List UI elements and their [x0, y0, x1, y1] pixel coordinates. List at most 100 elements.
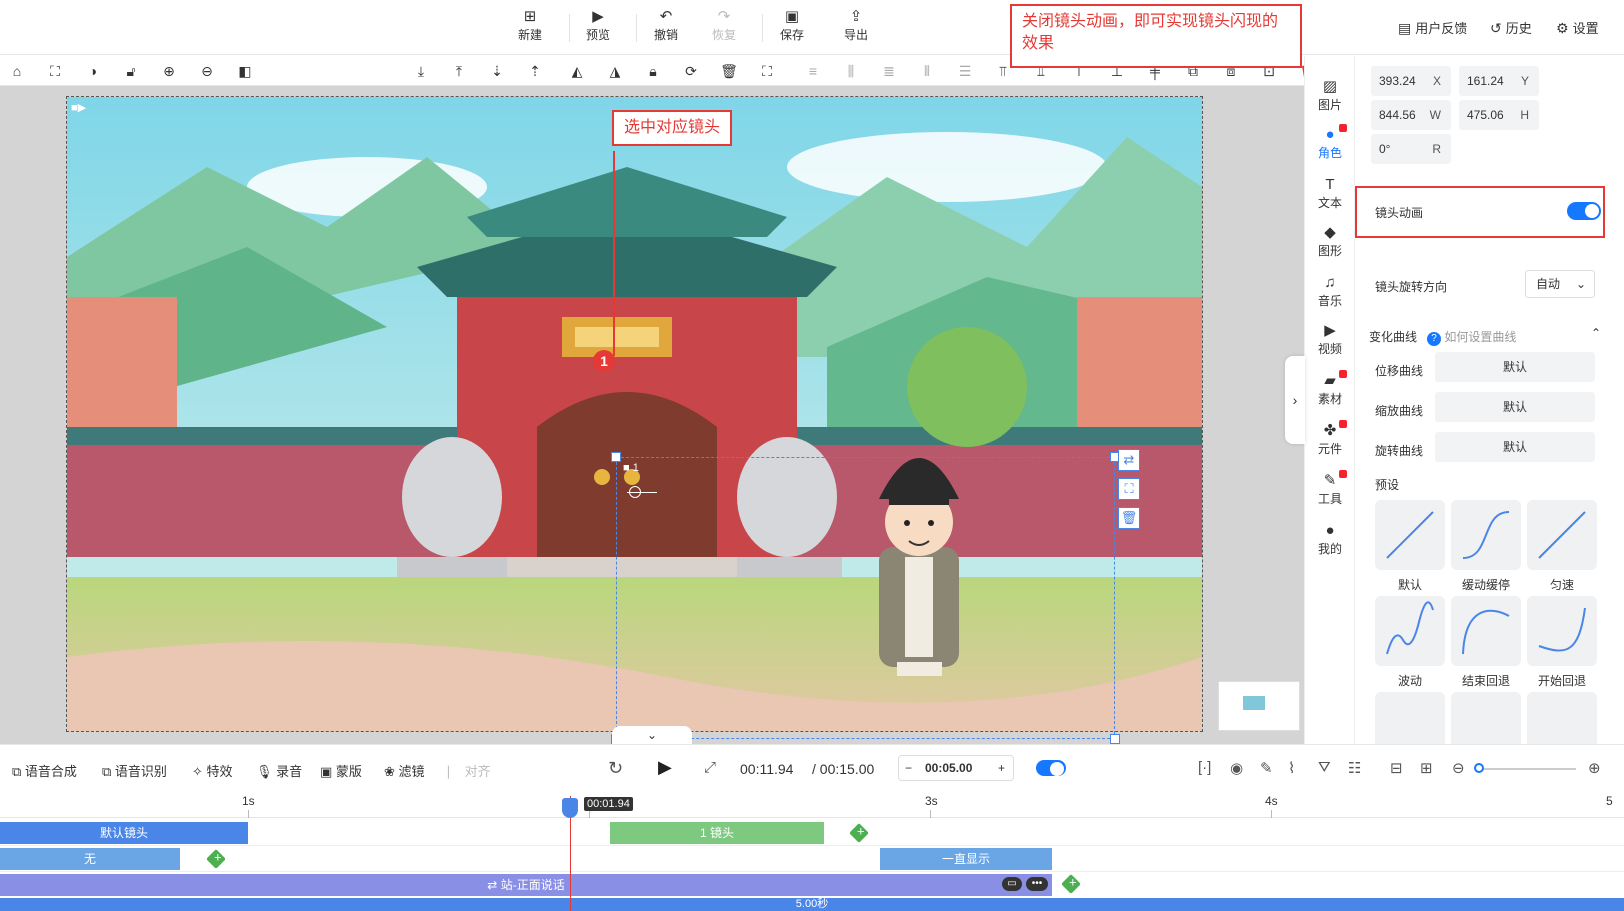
nav-image[interactable]: ▨ 图片 [1305, 78, 1355, 113]
delete-icon[interactable]: 🗑︎ [718, 60, 740, 82]
align-left-icon[interactable]: ≡ [802, 60, 824, 82]
bracket-icon[interactable]: [·] [1198, 759, 1211, 776]
export-button[interactable]: ⇪ 导出 [828, 8, 884, 43]
fit-icon[interactable]: ⛶ [1118, 478, 1140, 500]
h-field[interactable]: 475.06 H [1459, 100, 1539, 130]
tts-button[interactable]: ⧉ 语音合成 [12, 761, 77, 780]
curve-help-link[interactable]: ? 如何设置曲线 [1427, 328, 1516, 346]
preset-default[interactable]: 默认 [1375, 500, 1445, 593]
flip-icon[interactable]: ◑ [82, 60, 104, 82]
resize-handle[interactable] [1110, 734, 1120, 744]
preset-more[interactable] [1451, 692, 1521, 744]
preset-start-back[interactable]: 开始回退 [1527, 596, 1597, 689]
move-down-icon[interactable]: ⇣ [486, 60, 508, 82]
bottom-clip[interactable]: 5.00秒 [0, 898, 1624, 911]
move-curve-button[interactable]: 默认 [1435, 352, 1595, 382]
fit-screen-icon[interactable]: ⛶ [44, 60, 66, 82]
scale-curve-button[interactable]: 默认 [1435, 392, 1595, 422]
replace-icon[interactable]: ⇄ [1118, 449, 1140, 471]
nav-tool[interactable]: ✎ 工具 [1305, 470, 1355, 507]
flip-horizontal-icon[interactable]: ◭ [566, 60, 588, 82]
unlock-icon[interactable]: 🔓︎ [120, 60, 142, 82]
brush-icon[interactable]: ⌇ [1288, 759, 1295, 777]
chevron-up-icon[interactable]: ⌃ [1591, 326, 1601, 340]
record-button[interactable]: 🎙︎ 录音 [256, 761, 302, 780]
nav-music[interactable]: ♫ 音乐 [1305, 274, 1355, 309]
preset-linear[interactable]: 匀速 [1527, 500, 1597, 593]
y-field[interactable]: 161.24 Y [1459, 66, 1539, 96]
nav-component[interactable]: ✤ 元件 [1305, 420, 1355, 457]
zoom-in-icon[interactable]: ⊕ [1588, 759, 1601, 777]
rotate-curve-button[interactable]: 默认 [1435, 432, 1595, 462]
preset-more[interactable] [1527, 692, 1597, 744]
distribute-v-icon[interactable]: ☰ [954, 60, 976, 82]
snap-toggle[interactable] [1036, 760, 1066, 776]
nav-mine[interactable]: ● 我的 [1305, 522, 1355, 557]
step-stepper[interactable]: − 00:05.00 + [898, 755, 1014, 781]
minus-icon[interactable]: − [905, 756, 912, 780]
resize-handle[interactable] [611, 452, 621, 462]
zoom-out-icon[interactable]: ⊖ [1452, 759, 1465, 777]
zoom-slider[interactable] [1476, 768, 1576, 770]
fit-width-icon[interactable]: ⊟ [1390, 759, 1403, 777]
layers-icon[interactable]: ◧ [234, 60, 256, 82]
new-button[interactable]: ⊞ 新建 [502, 8, 558, 43]
undo-button[interactable]: ↶ 撤销 [638, 8, 694, 43]
camera1-clip[interactable]: 1 镜头 [610, 822, 824, 844]
default-camera-clip[interactable]: 默认镜头 [0, 822, 248, 844]
history-button[interactable]: ↺ 历史 [1490, 18, 1532, 37]
feedback-button[interactable]: ▤ 用户反馈 [1398, 18, 1467, 37]
flip-vertical-icon[interactable]: ◮ [604, 60, 626, 82]
nav-text[interactable]: T 文本 [1305, 176, 1355, 211]
plus-icon[interactable]: + [998, 756, 1005, 780]
capture-icon[interactable]: ⛶ [756, 60, 778, 82]
home-icon[interactable]: ⌂ [6, 60, 28, 82]
nav-shape[interactable]: ◆ 图形 [1305, 224, 1355, 259]
w-field[interactable]: 844.56 W [1371, 100, 1451, 130]
collapse-panel-button[interactable]: › [1285, 356, 1305, 444]
lock-icon[interactable]: 🔒︎ [642, 60, 664, 82]
speech-icon[interactable]: ▭ [1002, 877, 1022, 891]
asr-button[interactable]: ⧉ 语音识别 [102, 761, 167, 780]
none-clip[interactable]: 无 [0, 848, 180, 870]
funnel-icon[interactable]: ⛛ [1318, 759, 1331, 776]
action-clip[interactable]: ⇄ 站-正面说话 [0, 874, 1052, 896]
zoom-in-icon[interactable]: ⊕ [158, 60, 180, 82]
settings-button[interactable]: ⚙ 设置 [1556, 18, 1599, 37]
distribute-h-icon[interactable]: ⦀ [916, 60, 938, 82]
preset-end-back[interactable]: 结束回退 [1451, 596, 1521, 689]
add-keyframe-icon[interactable] [1061, 874, 1081, 894]
r-field[interactable]: 0° R [1371, 134, 1451, 164]
replay-icon[interactable]: ↻ [608, 758, 623, 779]
playhead-handle[interactable] [562, 798, 578, 818]
sliders-icon[interactable]: ☷ [1348, 759, 1361, 777]
rotate-icon[interactable]: ⟳ [680, 60, 702, 82]
preset-wave[interactable]: 波动 [1375, 596, 1445, 689]
effects-button[interactable]: ✧ 特效 [192, 761, 233, 780]
one-to-one-icon[interactable]: ⊞ [1420, 759, 1433, 777]
move-bottom-icon[interactable]: ⤓ [410, 60, 432, 82]
fullscreen-icon[interactable]: ⤢ [704, 759, 716, 776]
save-button[interactable]: ▣ 保存 [764, 8, 820, 43]
move-top-icon[interactable]: ⤒ [448, 60, 470, 82]
camera-animation-toggle[interactable] [1567, 202, 1601, 220]
camera-selection-box[interactable]: ■ 1 [611, 452, 1120, 744]
move-up-icon[interactable]: ⇡ [524, 60, 546, 82]
play-icon[interactable]: ▶ [658, 757, 672, 778]
zoom-out-icon[interactable]: ⊖ [196, 60, 218, 82]
filter-button[interactable]: ❀ 滤镜 [384, 761, 425, 780]
align-button[interactable]: ⎸ 对齐 [448, 761, 491, 780]
camera-icon[interactable]: ◉ [1230, 759, 1243, 777]
add-keyframe-icon[interactable] [206, 849, 226, 869]
nav-video[interactable]: ▶ 视频 [1305, 322, 1355, 357]
minimap[interactable] [1218, 681, 1300, 731]
zoom-slider-thumb[interactable] [1474, 763, 1484, 773]
trash-icon[interactable]: 🗑︎ [1118, 507, 1140, 529]
always-show-clip[interactable]: 一直显示 [880, 848, 1052, 870]
mask-button[interactable]: ▣ 蒙版 [320, 761, 362, 780]
collapse-timeline-button[interactable]: ⌄ [612, 726, 692, 744]
edit-icon[interactable]: ✎ [1260, 759, 1273, 777]
nav-character[interactable]: ● 角色 [1305, 124, 1355, 161]
preset-more[interactable] [1375, 692, 1445, 744]
align-right-icon[interactable]: ≣ [878, 60, 900, 82]
